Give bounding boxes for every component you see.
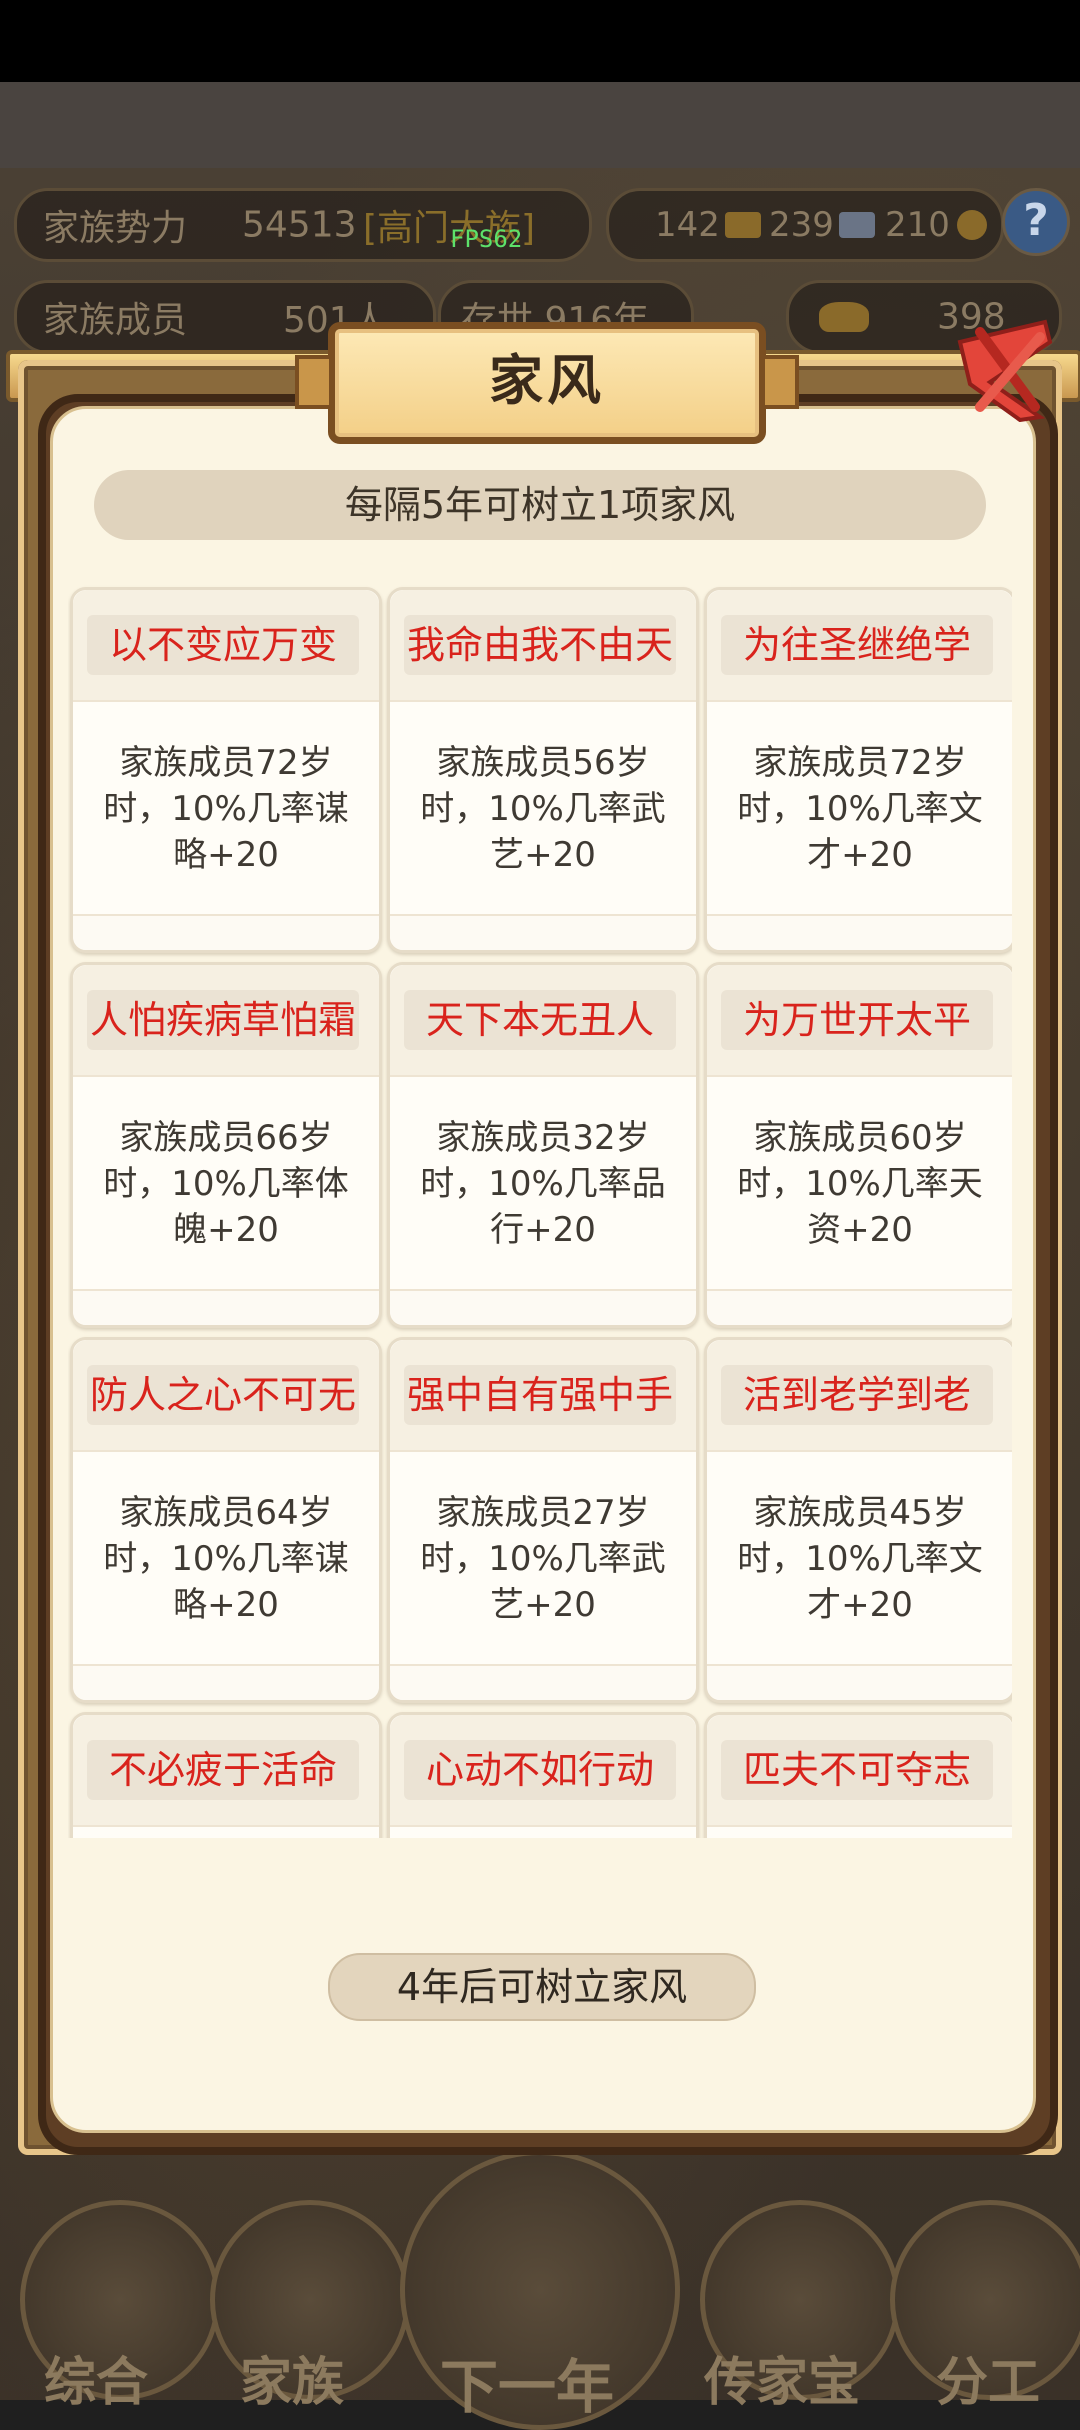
motto-name: 以不变应万变 bbox=[87, 615, 359, 675]
motto-card[interactable]: 活到老学到老 家族成员45岁时，10%几率文才+20 bbox=[704, 1337, 1012, 1703]
motto-name: 不必疲于活命 bbox=[87, 1740, 359, 1800]
top-band bbox=[0, 82, 1080, 168]
motto-card[interactable]: 天下本无丑人 家族成员32岁时，10%几率品行+20 bbox=[387, 962, 699, 1328]
motto-effect: 家族成员60岁时，10%几率天资+20 bbox=[737, 1118, 983, 1250]
motto-card[interactable]: 为万世开太平 家族成员60岁时，10%几率天资+20 bbox=[704, 962, 1012, 1328]
coin-icon bbox=[957, 210, 987, 240]
motto-name: 天下本无丑人 bbox=[404, 990, 676, 1050]
motto-name: 防人之心不可无 bbox=[87, 1365, 359, 1425]
fps-counter: FPS62 bbox=[450, 225, 523, 253]
motto-effect: 家族成员66岁时，10%几率体魄+20 bbox=[103, 1118, 349, 1250]
card-footer bbox=[390, 914, 696, 950]
card-footer bbox=[73, 914, 379, 950]
resource-1-value: 142 bbox=[655, 205, 720, 245]
nav-family-label[interactable]: 家族 bbox=[240, 2340, 344, 2415]
motto-name: 我命由我不由天 bbox=[404, 615, 676, 675]
nav-division-label[interactable]: 分工 bbox=[936, 2340, 1040, 2415]
help-icon[interactable]: ? bbox=[1002, 188, 1070, 256]
motto-card[interactable]: 强中自有强中手 家族成员27岁时，10%几率武艺+20 bbox=[387, 1337, 699, 1703]
motto-card[interactable]: 不必疲于活命 bbox=[70, 1712, 382, 1838]
family-power-value: 54513 bbox=[242, 204, 357, 246]
motto-card[interactable]: 心动不如行动 bbox=[387, 1712, 699, 1838]
motto-effect: 家族成员45岁时，10%几率文才+20 bbox=[737, 1493, 983, 1625]
motto-effect: 家族成员56岁时，10%几率武艺+20 bbox=[420, 743, 666, 875]
resource-3-value: 210 bbox=[885, 205, 950, 245]
motto-name: 活到老学到老 bbox=[721, 1365, 993, 1425]
motto-name: 匹夫不可夺志 bbox=[721, 1740, 993, 1800]
family-power-label: 家族势力 bbox=[43, 208, 188, 249]
ingot-icon bbox=[819, 302, 869, 332]
card-footer bbox=[707, 914, 1012, 950]
motto-card[interactable]: 匹夫不可夺志 bbox=[704, 1712, 1012, 1838]
motto-card[interactable]: 为往圣继绝学 家族成员72岁时，10%几率文才+20 bbox=[704, 587, 1012, 953]
resource-panel: 142 239 210 bbox=[606, 188, 1004, 262]
motto-card[interactable]: 我命由我不由天 家族成员56岁时，10%几率武艺+20 bbox=[387, 587, 699, 953]
card-footer bbox=[390, 1289, 696, 1325]
motto-effect: 家族成员64岁时，10%几率谋略+20 bbox=[103, 1493, 349, 1625]
motto-card[interactable]: 以不变应万变 家族成员72岁时，10%几率谋略+20 bbox=[70, 587, 382, 953]
motto-effect: 家族成员72岁时，10%几率谋略+20 bbox=[103, 743, 349, 875]
family-motto-grid: 以不变应万变 家族成员72岁时，10%几率谋略+20 我命由我不由天 家族成员5… bbox=[68, 584, 1012, 1838]
interval-hint: 每隔5年可树立1项家风 bbox=[94, 470, 986, 540]
nav-overview-label[interactable]: 综合 bbox=[44, 2340, 148, 2415]
motto-name: 为万世开太平 bbox=[721, 990, 993, 1050]
status-bar bbox=[0, 0, 1080, 82]
motto-effect: 家族成员32岁时，10%几率品行+20 bbox=[420, 1118, 666, 1250]
card-footer bbox=[390, 1664, 696, 1700]
family-members-label: 家族成员 bbox=[43, 300, 188, 341]
nav-next-year-label[interactable]: 下一年 bbox=[440, 2340, 614, 2424]
establish-motto-button[interactable]: 4年后可树立家风 bbox=[328, 1953, 756, 2021]
motto-card[interactable]: 人怕疾病草怕霜 家族成员66岁时，10%几率体魄+20 bbox=[70, 962, 382, 1328]
modal-title: 家风 bbox=[295, 322, 799, 444]
motto-card[interactable]: 防人之心不可无 家族成员64岁时，10%几率谋略+20 bbox=[70, 1337, 382, 1703]
motto-name: 为往圣继绝学 bbox=[721, 615, 993, 675]
motto-name: 心动不如行动 bbox=[404, 1740, 676, 1800]
resource-2-value: 239 bbox=[769, 205, 834, 245]
nav-heirloom-label[interactable]: 传家宝 bbox=[704, 2340, 860, 2415]
card-footer bbox=[707, 1289, 1012, 1325]
close-icon[interactable] bbox=[950, 312, 1060, 422]
silver-bar-icon bbox=[839, 212, 875, 238]
motto-name: 人怕疾病草怕霜 bbox=[87, 990, 359, 1050]
card-footer bbox=[707, 1664, 1012, 1700]
gold-bar-icon bbox=[725, 212, 761, 238]
motto-effect: 家族成员72岁时，10%几率文才+20 bbox=[737, 743, 983, 875]
bottom-nav: 综合 家族 下一年 传家宝 分工 bbox=[0, 2130, 1080, 2430]
card-footer bbox=[73, 1289, 379, 1325]
motto-effect: 家族成员27岁时，10%几率武艺+20 bbox=[420, 1493, 666, 1625]
motto-name: 强中自有强中手 bbox=[404, 1365, 676, 1425]
card-footer bbox=[73, 1664, 379, 1700]
